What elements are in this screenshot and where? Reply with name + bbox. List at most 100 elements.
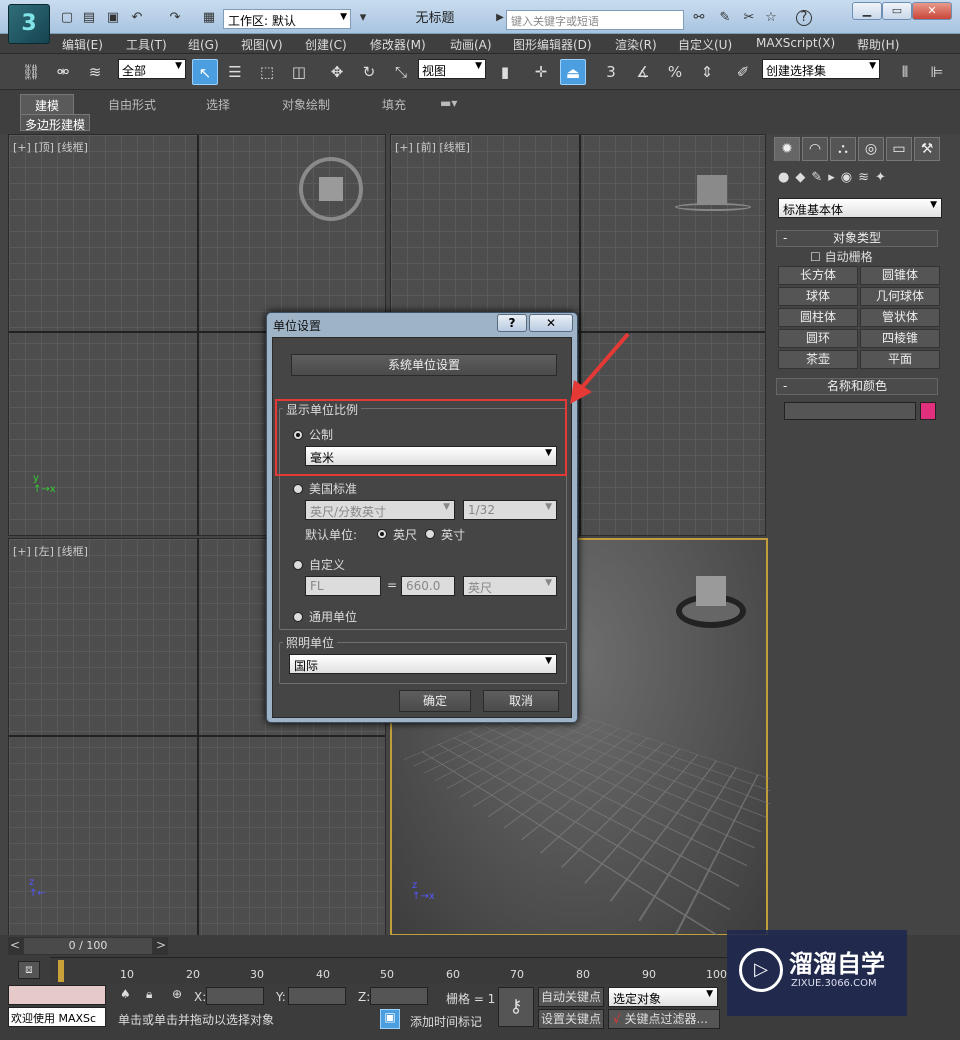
unlink-icon[interactable]: ⚮ (50, 59, 76, 85)
move-icon[interactable]: ✥ (324, 59, 350, 85)
menu-help[interactable]: 帮助(H) (857, 36, 899, 53)
new-file-icon[interactable]: ▢ (58, 9, 76, 27)
system-unit-setup-button[interactable]: 系统单位设置 (291, 354, 557, 376)
display-panel-icon[interactable]: ▭ (886, 137, 912, 161)
pyramid-button[interactable]: 四棱锥 (860, 329, 940, 348)
dialog-help-button[interactable]: ? (497, 314, 527, 332)
scale-icon[interactable]: ⤡ (388, 59, 414, 85)
menu-graph-editors[interactable]: 图形编辑器(D) (513, 36, 592, 53)
angle-snap-icon[interactable]: ∡ (630, 59, 656, 85)
percent-snap-icon[interactable]: % (662, 59, 688, 85)
mini-curve-editor-icon[interactable]: ⧈ (18, 961, 40, 979)
tab-freeform[interactable]: 自由形式 (94, 94, 170, 114)
lock-selection-icon[interactable]: 🔒︎ (146, 987, 152, 1002)
menu-create[interactable]: 创建(C) (305, 36, 347, 53)
modify-panel-icon[interactable]: ◠ (802, 137, 828, 161)
viewport-left-label[interactable]: [+] [左] [线框] (13, 543, 88, 559)
redo-icon[interactable]: ↷ (166, 9, 184, 27)
maxscript-listener[interactable] (8, 985, 106, 1005)
key-mode-dropdown[interactable]: 选定对象 ▼ (608, 987, 718, 1007)
tab-populate[interactable]: 填充 (368, 94, 420, 114)
tab-object-paint[interactable]: 对象绘制 (268, 94, 344, 114)
select-manipulate-icon[interactable]: ✛ (528, 59, 554, 85)
pivot-center-icon[interactable]: ▮ (492, 59, 518, 85)
inches-label[interactable]: 英寸 (441, 526, 465, 543)
box-button[interactable]: 长方体 (778, 266, 858, 285)
us-standard-radio[interactable] (293, 484, 303, 494)
tools-icon[interactable]: ✂ (740, 9, 758, 27)
star-icon[interactable]: ☆ (762, 9, 780, 27)
viewcube-icon[interactable] (299, 157, 363, 221)
menu-views[interactable]: 视图(V) (241, 36, 283, 53)
us-fraction-dropdown[interactable]: 1/32 ▼ (463, 500, 557, 520)
custom-unit-dropdown[interactable]: 英尺 ▼ (463, 576, 557, 596)
inches-radio[interactable] (425, 529, 435, 539)
menu-maxscript[interactable]: MAXScript(X) (756, 36, 835, 50)
add-time-tag[interactable]: 添加时间标记 (410, 1013, 482, 1030)
custom-radio[interactable] (293, 560, 303, 570)
plane-button[interactable]: 平面 (860, 350, 940, 369)
link-icon[interactable]: ⛓ (18, 59, 44, 85)
project-folder-icon[interactable]: ▦ (200, 9, 218, 27)
tab-selection[interactable]: 选择 (192, 94, 244, 114)
create-panel-icon[interactable]: ✹ (774, 137, 800, 161)
z-coordinate-input[interactable] (370, 987, 428, 1005)
autogrid-checkbox[interactable]: ☐ 自动栅格 (810, 248, 873, 265)
object-name-input[interactable] (784, 402, 916, 420)
bind-space-warp-icon[interactable]: ≋ (82, 59, 108, 85)
custom-label[interactable]: 自定义 (309, 556, 345, 573)
time-slider-frame[interactable]: 0 / 100 (24, 938, 152, 954)
current-frame-marker[interactable] (58, 960, 64, 982)
teapot-button[interactable]: 茶壶 (778, 350, 858, 369)
reference-coordinate-dropdown[interactable]: 视图 ▼ (418, 59, 486, 79)
torus-button[interactable]: 圆环 (778, 329, 858, 348)
mirror-icon[interactable]: ⫴ (892, 59, 918, 85)
isolate-icon[interactable]: ♠ (120, 987, 131, 1001)
cone-button[interactable]: 圆锥体 (860, 266, 940, 285)
menu-rendering[interactable]: 渲染(R) (615, 36, 657, 53)
tab-modeling[interactable]: 建模 (20, 94, 74, 114)
selection-filter-dropdown[interactable]: 全部 ▼ (118, 59, 186, 79)
time-tag-icon[interactable]: ▣ (380, 1009, 400, 1029)
viewcube-icon[interactable] (697, 175, 727, 205)
menu-modifiers[interactable]: 修改器(M) (370, 36, 426, 53)
track-bar[interactable]: 10 20 30 40 50 60 70 80 90 100 (50, 957, 730, 983)
rollout-object-type[interactable]: - 对象类型 (776, 230, 938, 247)
object-color-swatch[interactable] (920, 402, 936, 420)
hierarchy-panel-icon[interactable]: ⛬ (830, 137, 856, 161)
geosphere-button[interactable]: 几何球体 (860, 287, 940, 306)
menu-animation[interactable]: 动画(A) (450, 36, 492, 53)
binoculars-icon[interactable]: ⚯ (690, 9, 708, 27)
custom-name-input[interactable]: FL (305, 576, 381, 596)
select-by-name-icon[interactable]: ☰ (222, 59, 248, 85)
absolute-mode-icon[interactable]: ⊕ (172, 987, 182, 1001)
set-key-icon[interactable]: ⚷ (498, 987, 534, 1027)
menu-customize[interactable]: 自定义(U) (678, 36, 732, 53)
generic-units-label[interactable]: 通用单位 (309, 608, 357, 625)
utilities-panel-icon[interactable]: ⚒ (914, 137, 940, 161)
cylinder-button[interactable]: 圆柱体 (778, 308, 858, 327)
subtab-polygon-modeling[interactable]: 多边形建模 (20, 114, 90, 131)
primitive-type-dropdown[interactable]: 标准基本体 ▼ (778, 198, 942, 218)
search-input[interactable]: 键入关键字或短语 (506, 10, 684, 30)
lighting-unit-dropdown[interactable]: 国际 ▼ (289, 654, 557, 674)
create-category-icons[interactable]: ●◆✎▸◉≋✦ (778, 170, 950, 188)
maximize-button[interactable]: ▭ (882, 2, 912, 20)
generic-units-radio[interactable] (293, 612, 303, 622)
feet-radio[interactable] (377, 529, 387, 539)
menu-edit[interactable]: 编辑(E) (62, 36, 103, 53)
sphere-button[interactable]: 球体 (778, 287, 858, 306)
motion-panel-icon[interactable]: ◎ (858, 137, 884, 161)
workspace-menu-icon[interactable]: ▾ (354, 9, 372, 27)
edit-named-selection-icon[interactable]: ✐ (730, 59, 756, 85)
rectangle-selection-icon[interactable]: ⬚ (254, 59, 280, 85)
menu-tools[interactable]: 工具(T) (126, 36, 167, 53)
window-crossing-icon[interactable]: ◫ (286, 59, 312, 85)
y-coordinate-input[interactable] (288, 987, 346, 1005)
us-unit-dropdown[interactable]: 英尺/分数英寸 ▼ (305, 500, 455, 520)
keyboard-shortcut-override-icon[interactable]: ⏏ (560, 59, 586, 85)
ok-button[interactable]: 确定 (399, 690, 471, 712)
viewport-front-label[interactable]: [+] [前] [线框] (395, 139, 470, 155)
open-file-icon[interactable]: ▤ (80, 9, 98, 27)
close-window-button[interactable]: ✕ (912, 2, 952, 20)
